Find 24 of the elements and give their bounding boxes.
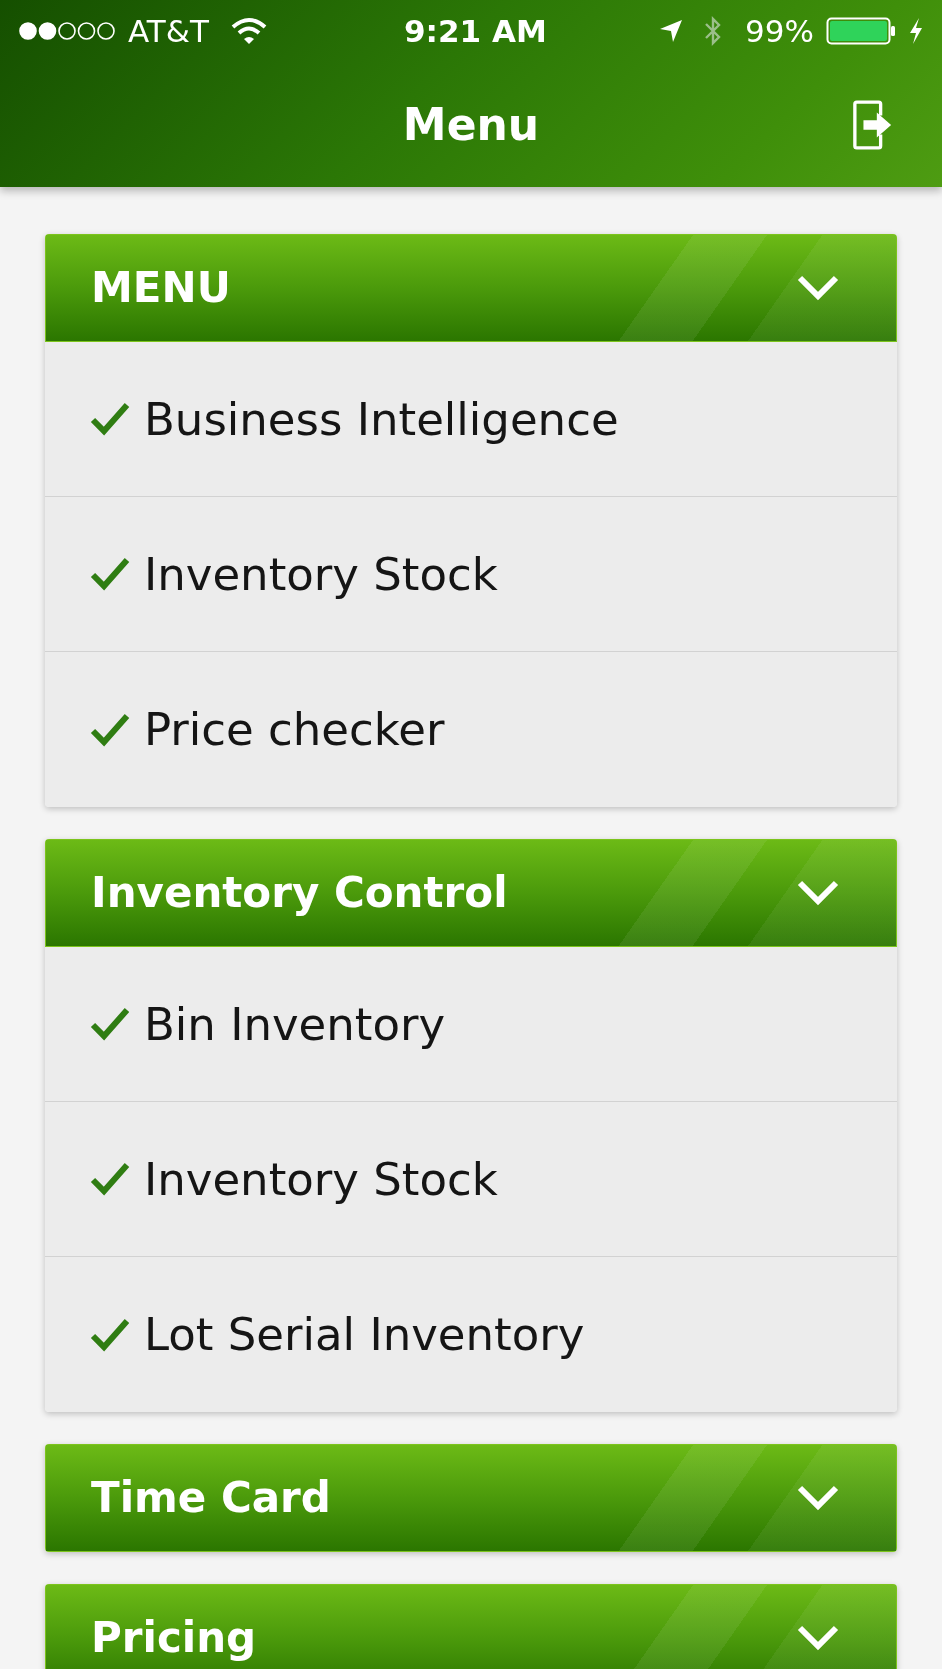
carrier-name: AT&T xyxy=(128,15,209,47)
section-header[interactable]: MENU xyxy=(45,234,897,342)
menu-item[interactable]: Inventory Stock xyxy=(45,497,897,652)
battery-percentage: 99% xyxy=(745,15,814,47)
menu-item[interactable]: Lot Serial Inventory xyxy=(45,1257,897,1412)
charging-bolt-icon xyxy=(908,17,924,45)
chevron-down-icon xyxy=(796,274,840,302)
menu-item[interactable]: Bin Inventory xyxy=(45,947,897,1102)
exit-icon[interactable] xyxy=(852,100,894,150)
screen-title: Menu xyxy=(402,102,540,147)
chevron-down-icon xyxy=(796,1624,840,1652)
battery-icon xyxy=(826,17,896,45)
menu-item[interactable]: Price checker xyxy=(45,652,897,807)
signal-strength-icon xyxy=(18,21,116,41)
section-header[interactable]: Time Card xyxy=(45,1444,897,1552)
section-header[interactable]: Pricing xyxy=(45,1584,897,1669)
wifi-icon xyxy=(230,17,267,45)
section-header[interactable]: Inventory Control xyxy=(45,839,897,947)
menu-item[interactable]: Inventory Stock xyxy=(45,1102,897,1257)
chevron-down-icon xyxy=(796,879,840,907)
location-arrow-icon xyxy=(659,19,684,43)
chevron-down-icon xyxy=(796,1484,840,1512)
menu-item[interactable]: Business Intelligence xyxy=(45,342,897,497)
clock-time: 9:21 AM xyxy=(404,15,547,47)
